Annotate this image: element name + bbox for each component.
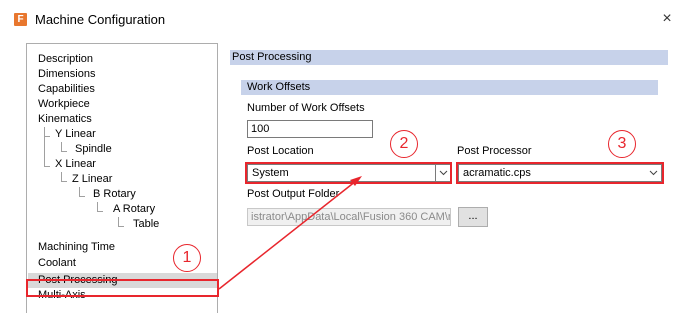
tree-connector: [44, 137, 50, 167]
tree-item-z-linear[interactable]: Z Linear: [72, 173, 112, 186]
callout-box-post-processing: [26, 279, 219, 297]
tree-connector: [61, 172, 67, 182]
tree-item-workpiece[interactable]: Workpiece: [38, 98, 90, 111]
callout-number-2: 2: [390, 130, 418, 158]
callout-box-post-processor: [456, 162, 664, 184]
tree-connector: [44, 127, 50, 137]
tree-item-capabilities[interactable]: Capabilities: [38, 83, 95, 96]
panel-header: Post Processing: [230, 50, 668, 65]
post-location-label: Post Location: [247, 145, 314, 157]
close-icon[interactable]: ×: [656, 8, 678, 30]
fusion-app-icon: F: [14, 13, 27, 26]
tree-item-table[interactable]: Table: [133, 218, 159, 231]
tree-item-machining-time[interactable]: Machining Time: [38, 241, 115, 254]
num-offsets-input[interactable]: [247, 120, 373, 138]
output-folder-input: istrator\AppData\Local\Fusion 360 CAM\nc: [247, 208, 451, 226]
callout-box-post-location: [245, 162, 452, 184]
tree-item-coolant[interactable]: Coolant: [38, 257, 76, 270]
output-folder-label: Post Output Folder: [247, 188, 340, 200]
tree-connector: [61, 142, 67, 152]
post-processor-label: Post Processor: [457, 145, 532, 157]
tree-connector: [79, 187, 85, 197]
tree-item-spindle[interactable]: Spindle: [75, 143, 112, 156]
section-header: Work Offsets: [241, 80, 658, 95]
title-bar: F Machine Configuration ×: [0, 0, 683, 42]
window-title: Machine Configuration: [35, 12, 166, 27]
tree-item-dimensions[interactable]: Dimensions: [38, 68, 95, 81]
tree-connector: [118, 217, 124, 227]
tree-item-description[interactable]: Description: [38, 53, 93, 66]
tree-item-b-rotary[interactable]: B Rotary: [93, 188, 136, 201]
tree-item-x-linear[interactable]: X Linear: [55, 158, 96, 171]
tree-item-y-linear[interactable]: Y Linear: [55, 128, 96, 141]
browse-button[interactable]: ...: [458, 207, 488, 227]
tree-connector: [97, 202, 103, 212]
tree-item-a-rotary[interactable]: A Rotary: [113, 203, 155, 216]
tree-item-kinematics[interactable]: Kinematics: [38, 113, 92, 126]
callout-number-3: 3: [608, 130, 636, 158]
config-tree: Description Dimensions Capabilities Work…: [26, 43, 218, 313]
num-offsets-label: Number of Work Offsets: [247, 102, 365, 114]
callout-number-1: 1: [173, 244, 201, 272]
